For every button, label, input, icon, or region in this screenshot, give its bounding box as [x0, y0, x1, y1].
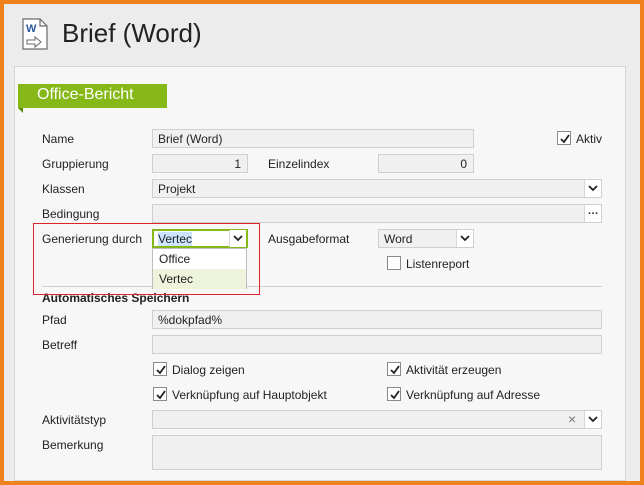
section-header: Office-Bericht	[18, 84, 167, 108]
aktivitaet-erzeugen-label: Aktivität erzeugen	[406, 363, 502, 377]
klassen-label: Klassen	[42, 182, 85, 196]
word-document-icon: W	[22, 18, 48, 50]
aktivitaetstyp-select[interactable]	[152, 410, 602, 429]
highlight-box	[33, 223, 260, 295]
name-label: Name	[42, 132, 75, 146]
verknuepfung-hauptobjekt-label: Verknüpfung auf Hauptobjekt	[172, 388, 327, 402]
klassen-dropdown-button[interactable]	[584, 180, 601, 197]
gruppierung-label: Gruppierung	[42, 157, 109, 171]
verknuepfung-adresse-checkbox[interactable]	[387, 387, 401, 401]
dialog-zeigen-label: Dialog zeigen	[172, 363, 245, 377]
bemerkung-field[interactable]	[152, 435, 602, 470]
einzelindex-label: Einzelindex	[268, 157, 330, 171]
svg-text:W: W	[26, 23, 37, 35]
bedingung-label: Bedingung	[42, 207, 100, 221]
listenreport-label: Listenreport	[406, 257, 470, 271]
pfad-label: Pfad	[42, 313, 67, 327]
checkmark-icon	[156, 365, 166, 375]
verknuepfung-adresse-label: Verknüpfung auf Adresse	[406, 388, 541, 402]
bedingung-field[interactable]	[152, 204, 602, 223]
aktivitaetstyp-clear-icon[interactable]: ×	[568, 411, 576, 427]
pfad-field[interactable]: %dokpfad%	[152, 310, 602, 329]
aktivitaet-erzeugen-checkbox[interactable]	[387, 362, 401, 376]
betreff-label: Betreff	[42, 338, 78, 352]
listenreport-checkbox[interactable]	[387, 256, 401, 270]
section-header-notch	[18, 108, 23, 113]
name-field[interactable]: Brief (Word)	[152, 129, 474, 148]
aktiv-checkbox[interactable]	[557, 131, 571, 145]
chevron-down-icon	[460, 235, 470, 242]
einzelindex-field[interactable]: 0	[378, 154, 474, 173]
ausgabeformat-label: Ausgabeformat	[268, 232, 350, 246]
bedingung-ellipsis-button[interactable]: …	[584, 205, 601, 222]
klassen-select[interactable]: Projekt	[152, 179, 602, 198]
checkmark-icon	[560, 134, 570, 144]
bemerkung-label: Bemerkung	[42, 438, 104, 452]
chevron-down-icon	[588, 416, 598, 423]
verknuepfung-hauptobjekt-checkbox[interactable]	[153, 387, 167, 401]
window-title: Brief (Word)	[62, 18, 202, 48]
aktivitaetstyp-dropdown-button[interactable]	[584, 411, 601, 428]
checkmark-icon	[156, 390, 166, 400]
dialog-zeigen-checkbox[interactable]	[153, 362, 167, 376]
ausgabeformat-dropdown-button[interactable]	[456, 230, 473, 247]
checkmark-icon	[390, 365, 400, 375]
betreff-field[interactable]	[152, 335, 602, 354]
gruppierung-field[interactable]: 1	[152, 154, 248, 173]
aktivitaetstyp-label: Aktivitätstyp	[42, 413, 107, 427]
title-bar: W Brief (Word)	[4, 4, 640, 62]
chevron-down-icon	[588, 185, 598, 192]
aktiv-label: Aktiv	[576, 132, 603, 146]
checkmark-icon	[390, 390, 400, 400]
